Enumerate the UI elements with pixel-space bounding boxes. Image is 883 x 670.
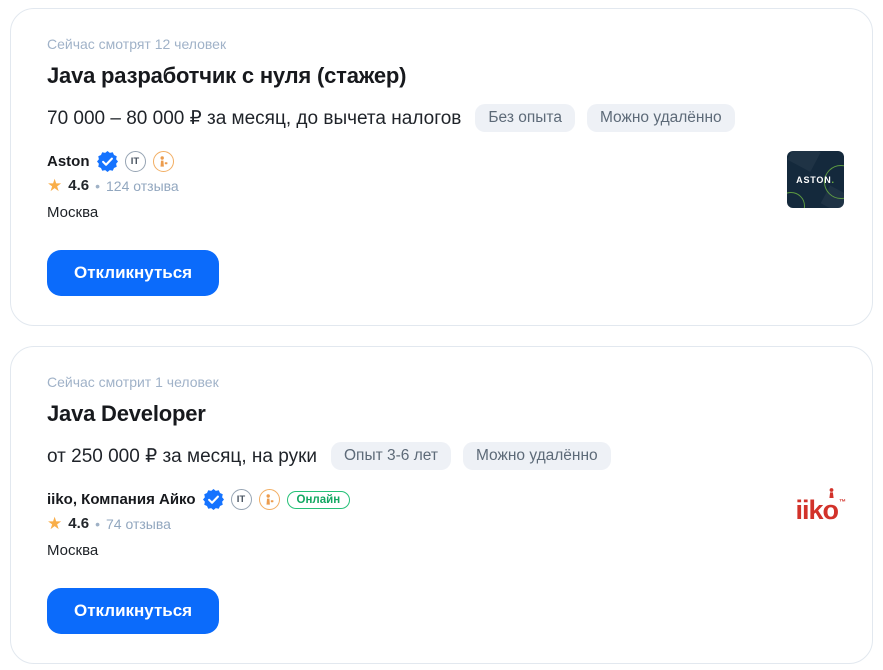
employer-rating-icon — [259, 489, 280, 510]
dot-separator: • — [95, 516, 100, 532]
reviews-link[interactable]: 124 отзыва — [106, 178, 179, 194]
location: Москва — [47, 542, 836, 559]
logo-decoration — [787, 192, 805, 208]
experience-tag: Опыт 3-6 лет — [331, 442, 451, 470]
reviews-link[interactable]: 74 отзыва — [106, 516, 171, 532]
verified-badge-icon — [97, 151, 118, 172]
salary-row: 70 000 – 80 000 ₽ за месяц, до вычета на… — [47, 104, 836, 132]
star-icon: ★ — [47, 515, 62, 532]
salary-text: от 250 000 ₽ за месяц, на руки — [47, 445, 317, 468]
vacancy-card-aston: Сейчас смотрят 12 человек Java разработч… — [10, 8, 873, 326]
star-icon: ★ — [47, 177, 62, 194]
online-status-badge: Онлайн — [287, 491, 351, 509]
chef-figure-icon — [827, 488, 836, 498]
logo-letter-o: o — [823, 497, 839, 524]
vacancy-list: Сейчас смотрят 12 человек Java разработч… — [0, 0, 883, 664]
rating-row: ★ 4.6 • 124 отзыва — [47, 177, 836, 194]
logo-word: ASTON — [796, 175, 831, 185]
vacancy-title[interactable]: Java разработчик с нуля (стажер) — [47, 63, 836, 89]
remote-tag: Можно удалённо — [587, 104, 735, 132]
apply-button[interactable]: Откликнуться — [47, 588, 219, 634]
watchers-count: Сейчас смотрит 1 человек — [47, 374, 836, 390]
company-name[interactable]: Aston — [47, 153, 90, 170]
salary-text: 70 000 – 80 000 ₽ за месяц, до вычета на… — [47, 107, 461, 130]
company-logo-aston[interactable]: ASTON. — [787, 151, 844, 208]
vacancy-title[interactable]: Java Developer — [47, 401, 836, 427]
employer-rating-icon — [153, 151, 174, 172]
location: Москва — [47, 204, 836, 221]
logo-text-head: iik — [795, 497, 822, 524]
company-logo-iiko[interactable]: iiko™ — [795, 497, 846, 524]
rating-value: 4.6 — [68, 177, 89, 194]
it-accreditation-icon: IT — [125, 151, 146, 172]
logo-decoration — [787, 151, 820, 172]
company-row: Aston IT — [47, 151, 836, 172]
salary-row: от 250 000 ₽ за месяц, на руки Опыт 3-6 … — [47, 442, 836, 470]
logo-dot: . — [832, 175, 835, 185]
logo-text: ASTON. — [796, 175, 835, 185]
verified-badge-icon — [203, 489, 224, 510]
it-accreditation-icon: IT — [231, 489, 252, 510]
company-name[interactable]: iiko, Компания Айко — [47, 491, 196, 508]
dot-separator: • — [95, 178, 100, 194]
remote-tag: Можно удалённо — [463, 442, 611, 470]
logo-letter-o-text: o — [823, 495, 839, 525]
rating-row: ★ 4.6 • 74 отзыва — [47, 515, 836, 532]
watchers-count: Сейчас смотрят 12 человек — [47, 36, 836, 52]
experience-tag: Без опыта — [475, 104, 575, 132]
trademark-symbol: ™ — [839, 499, 846, 506]
vacancy-card-iiko: Сейчас смотрит 1 человек Java Developer … — [10, 346, 873, 664]
apply-button[interactable]: Откликнуться — [47, 250, 219, 296]
rating-value: 4.6 — [68, 515, 89, 532]
company-row: iiko, Компания Айко IT Онлайн — [47, 489, 836, 510]
